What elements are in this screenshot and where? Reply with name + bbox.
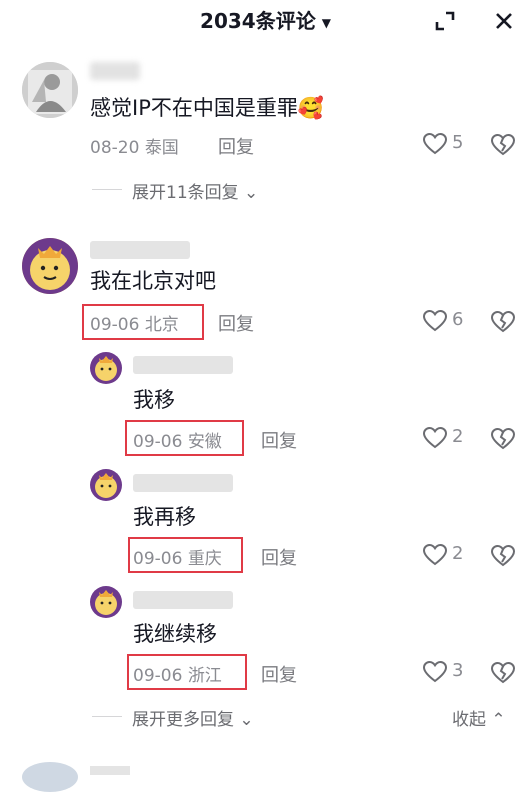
- like-button[interactable]: 3: [423, 660, 493, 685]
- reply-button[interactable]: 回复: [261, 544, 297, 570]
- like-button[interactable]: 6: [423, 309, 493, 334]
- reply-date: 09-06: [133, 432, 183, 452]
- heart-icon: [423, 544, 447, 566]
- reply-location: 浙江: [187, 666, 222, 686]
- reply-date: 09-06: [133, 666, 183, 686]
- comment-location: 泰国: [144, 138, 179, 158]
- chevron-down-icon: ⌄: [244, 183, 259, 203]
- dislike-button[interactable]: [490, 661, 516, 685]
- reply-meta: 09-06 浙江: [133, 661, 222, 686]
- like-count: 5: [452, 132, 464, 153]
- reply-button[interactable]: 回复: [261, 427, 297, 453]
- reply-avatar[interactable]: [90, 352, 122, 384]
- collapse-replies-button[interactable]: 收起 ⌃: [452, 705, 506, 730]
- username-blurred[interactable]: [90, 241, 190, 259]
- broken-heart-icon: [490, 544, 516, 567]
- reply-button[interactable]: 回复: [261, 661, 297, 687]
- comment-meta: 08-20 泰国: [90, 133, 179, 158]
- like-count: 2: [452, 426, 464, 447]
- comment-date: 09-06: [90, 315, 140, 335]
- comment-date: 08-20: [90, 138, 140, 158]
- broken-heart-icon: [490, 310, 516, 333]
- username-blurred[interactable]: [90, 766, 130, 775]
- reply-button[interactable]: 回复: [218, 310, 254, 336]
- reply-button[interactable]: 回复: [218, 133, 254, 159]
- reply-text: 我移: [133, 388, 175, 412]
- username-blurred[interactable]: [133, 591, 233, 609]
- username-blurred[interactable]: [133, 356, 233, 374]
- expand-replies-button[interactable]: 展开11条回复 ⌄: [132, 178, 258, 203]
- comment-meta: 09-06 北京: [90, 310, 179, 335]
- like-button[interactable]: 2: [423, 426, 493, 451]
- reply-avatar[interactable]: [90, 586, 122, 618]
- reply-date: 09-06: [133, 549, 183, 569]
- username-blurred[interactable]: [133, 474, 233, 492]
- reply-location: 重庆: [187, 549, 222, 569]
- like-button[interactable]: 5: [423, 132, 493, 157]
- heart-icon: [423, 133, 447, 155]
- divider: [92, 716, 122, 717]
- chevron-down-icon: ⌄: [239, 710, 254, 730]
- like-count: 2: [452, 543, 464, 564]
- reply-avatar[interactable]: [90, 469, 122, 501]
- avatar[interactable]: [22, 238, 78, 294]
- expand-icon[interactable]: [434, 10, 456, 32]
- dislike-button[interactable]: [490, 544, 516, 568]
- dislike-button[interactable]: [490, 133, 516, 157]
- broken-heart-icon: [490, 427, 516, 450]
- like-count: 6: [452, 309, 464, 330]
- close-icon[interactable]: [493, 10, 515, 32]
- comment-text: 我在北京对吧: [90, 269, 216, 293]
- broken-heart-icon: [490, 661, 516, 684]
- comment-text: 感觉IP不在中国是重罪🥰: [90, 96, 325, 120]
- heart-icon: [423, 427, 447, 449]
- reply-meta: 09-06 重庆: [133, 544, 222, 569]
- comment-location: 北京: [144, 315, 179, 335]
- reply-meta: 09-06 安徽: [133, 427, 222, 452]
- like-count: 3: [452, 660, 464, 681]
- reply-text: 我再移: [133, 505, 196, 529]
- username-blurred[interactable]: [90, 62, 140, 80]
- reply-location: 安徽: [187, 432, 222, 452]
- heart-icon: [423, 661, 447, 683]
- divider: [92, 189, 122, 190]
- chevron-up-icon: ⌃: [491, 710, 506, 730]
- smiling-face-emoji: 🥰: [297, 96, 325, 120]
- like-button[interactable]: 2: [423, 543, 493, 568]
- dislike-button[interactable]: [490, 310, 516, 334]
- expand-more-replies-button[interactable]: 展开更多回复 ⌄: [132, 705, 254, 730]
- avatar[interactable]: [22, 762, 78, 792]
- reply-text: 我继续移: [133, 622, 217, 646]
- heart-icon: [423, 310, 447, 332]
- comment-count-label: 2034条评论: [200, 9, 316, 33]
- dislike-button[interactable]: [490, 427, 516, 451]
- avatar[interactable]: [22, 62, 78, 118]
- broken-heart-icon: [490, 133, 516, 156]
- caret-down-icon: ▼: [321, 15, 331, 30]
